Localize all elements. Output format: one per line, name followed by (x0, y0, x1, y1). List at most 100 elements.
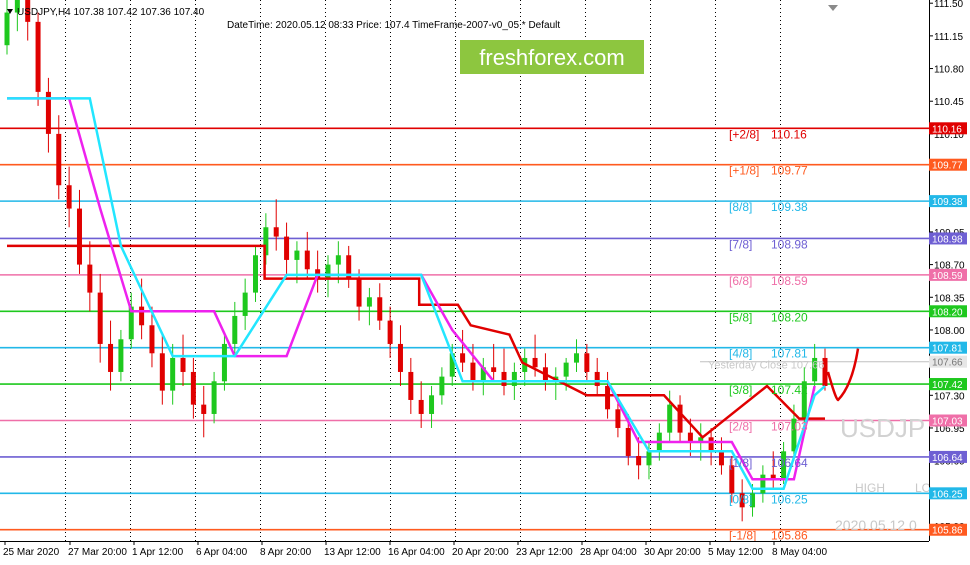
candle-body (108, 343, 114, 372)
candle-body (221, 343, 227, 382)
price-tick-label: 107.30 (934, 391, 965, 402)
symbol-info: USDJPY,H4 107.38 107.42 107.36 107.40 (17, 7, 205, 18)
candle-body (511, 371, 517, 386)
price-tag-text: 108.59 (932, 271, 963, 282)
candle-body (139, 306, 145, 326)
murrey-level-value: 110.16 (771, 127, 807, 141)
candle-body (387, 320, 393, 344)
price-tick-label: 111.50 (934, 0, 964, 10)
candle-body (563, 362, 569, 377)
date-watermark: 2020.05.12 0 (835, 517, 917, 533)
time-tick-label: 6 Apr 04:00 (196, 547, 248, 558)
murrey-level-value: 109.77 (771, 164, 808, 178)
candle-body (605, 385, 611, 410)
price-tick-label: 110.80 (934, 65, 964, 76)
murrey-level-value: 107.42 (771, 383, 808, 397)
candle-body (718, 451, 724, 466)
candle-body (66, 185, 72, 209)
candle-body (180, 357, 186, 372)
price-tick-label: 108.00 (934, 326, 965, 337)
candle-body (253, 255, 259, 293)
price-tick-label: 108.35 (934, 293, 965, 304)
candle-body (97, 292, 103, 344)
candle-body (397, 343, 403, 372)
time-tick-label: 27 Mar 20:00 (68, 547, 127, 558)
candle-body (615, 409, 621, 428)
candle-body (573, 353, 579, 363)
price-tag-text: 107.03 (932, 417, 963, 428)
murrey-level-value: 106.64 (771, 456, 808, 470)
candle-body (429, 395, 435, 414)
candle-body (304, 250, 310, 270)
murrey-level-value: 106.25 (771, 492, 808, 506)
candle-body (211, 381, 217, 414)
candle-body (687, 432, 693, 442)
candle-body (625, 427, 631, 456)
candle-body (470, 362, 476, 382)
candle-body (325, 264, 331, 279)
candle-body (491, 367, 497, 372)
candle-body (760, 474, 766, 494)
murrey-level-label: [1/8] (729, 456, 752, 470)
candle-body (584, 353, 590, 372)
candle-body (118, 339, 124, 372)
candle-body (4, 12, 10, 46)
candle-body (35, 21, 41, 92)
candle-body (667, 404, 673, 433)
price-tag-text: 108.98 (932, 234, 963, 245)
murrey-level-value: 109.38 (771, 200, 808, 214)
candle-body (273, 227, 279, 237)
price-chart[interactable]: freshforex.com USDJP HIGH LO 2020.05.12 … (0, 0, 970, 565)
price-tag-text: 106.25 (932, 489, 963, 500)
murrey-level-value: 107.03 (771, 420, 808, 434)
time-tick-label: 16 Apr 04:00 (388, 547, 445, 558)
current-price-tag-text: 107.42 (932, 380, 963, 391)
candle-body (439, 376, 445, 396)
murrey-level-label: [+2/8] (729, 127, 759, 141)
yesterday-close-tag-text: 107.66 (932, 358, 963, 369)
price-tag-text: 106.64 (932, 453, 963, 464)
time-tick-label: 8 Apr 20:00 (260, 547, 312, 558)
candle-body (56, 133, 62, 186)
candle-body (159, 353, 165, 391)
candle-body (149, 325, 155, 354)
murrey-level-value: 107.81 (771, 347, 808, 361)
candle-body (201, 404, 207, 414)
murrey-level-value: 108.20 (771, 310, 808, 324)
murrey-level-label: [0/8] (729, 492, 752, 506)
brand-logo-text: freshforex.com (479, 45, 625, 70)
price-tag-text: 109.38 (932, 197, 963, 208)
candle-body (356, 278, 362, 307)
candle-body (335, 255, 341, 265)
chart-background (0, 0, 970, 565)
murrey-level-label: [8/8] (729, 200, 752, 214)
candle-body (170, 357, 176, 391)
candle-body (242, 292, 248, 316)
time-tick-label: 23 Apr 12:00 (516, 547, 573, 558)
candle-body (190, 371, 196, 405)
murrey-level-value: 105.86 (771, 529, 808, 543)
time-tick-label: 8 May 04:00 (772, 547, 827, 558)
murrey-level-value: 108.98 (771, 237, 808, 251)
price-tag-text: 110.16 (932, 124, 962, 135)
yesterday-close-label: Yesterday Close 107.66 (708, 360, 824, 372)
time-tick-label: 1 Apr 12:00 (132, 547, 184, 558)
candle-body (232, 315, 238, 344)
murrey-level-label: [-1/8] (729, 529, 756, 543)
price-tag-text: 105.86 (932, 526, 963, 537)
murrey-level-label: [3/8] (729, 383, 752, 397)
candle-body (646, 451, 652, 466)
price-tag-text: 107.81 (932, 344, 963, 355)
murrey-level-label: [5/8] (729, 310, 752, 324)
time-tick-label: 5 May 12:00 (708, 547, 763, 558)
time-tick-label: 25 Mar 2020 (3, 547, 60, 558)
murrey-level-label: [7/8] (729, 237, 752, 251)
candle-body (708, 437, 714, 452)
candle-body (677, 404, 683, 433)
candle-body (76, 208, 82, 265)
time-tick-label: 20 Apr 20:00 (452, 547, 509, 558)
candle-body (636, 455, 642, 466)
price-tag-text: 109.77 (932, 161, 963, 172)
high-watermark: HIGH (855, 481, 885, 495)
candle-body (87, 264, 93, 293)
